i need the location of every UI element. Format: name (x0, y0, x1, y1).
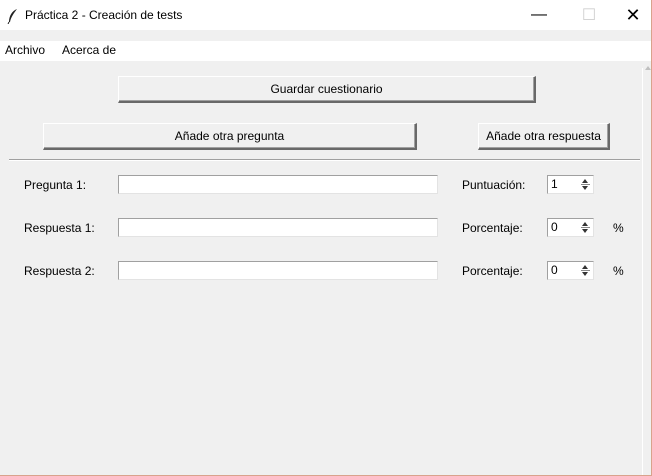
spin-down-arrow-icon[interactable] (582, 272, 588, 276)
spin-down-arrow-icon[interactable] (582, 186, 588, 190)
close-icon: ✕ (625, 4, 641, 25)
percentage-1-value: 0 (551, 220, 558, 234)
percentage-2-value: 0 (551, 263, 558, 277)
close-button[interactable]: ✕ (610, 0, 652, 30)
menu-archivo[interactable]: Archivo (5, 43, 45, 57)
percentage-1-unit: % (613, 221, 624, 235)
add-answer-button[interactable]: Añade otra respuesta (478, 123, 610, 150)
scroll-up-arrow-icon[interactable] (645, 66, 651, 70)
add-question-button[interactable]: Añade otra pregunta (43, 123, 417, 150)
spin-divider (581, 270, 590, 271)
spin-divider (581, 184, 590, 185)
answer-1-label: Respuesta 1: (24, 221, 95, 235)
spin-up-arrow-icon[interactable] (582, 222, 588, 226)
percentage-2-label: Porcentaje: (462, 264, 523, 278)
score-spinbox[interactable]: 1 (547, 175, 594, 194)
maximize-button[interactable]: ☐ (566, 0, 612, 30)
save-questionnaire-button[interactable]: Guardar cuestionario (118, 76, 536, 103)
feather-icon (7, 9, 17, 24)
window-title: Práctica 2 - Creación de tests (25, 8, 183, 22)
percentage-2-spin-arrows[interactable] (580, 263, 591, 278)
maximize-icon: ☐ (581, 7, 597, 24)
separator (9, 159, 640, 161)
score-value: 1 (551, 177, 558, 191)
answer-2-label: Respuesta 2: (24, 264, 95, 278)
percentage-2-unit: % (613, 264, 624, 278)
scrollbar-track[interactable] (642, 68, 643, 475)
minimize-icon: — (531, 6, 547, 23)
spin-down-arrow-icon[interactable] (582, 229, 588, 233)
percentage-1-spin-arrows[interactable] (580, 220, 591, 235)
menu-bar: Archivo Acerca de (0, 41, 651, 61)
app-window: Práctica 2 - Creación de tests — ☐ ✕ Arc… (0, 0, 652, 476)
score-spin-arrows[interactable] (580, 177, 591, 192)
spin-up-arrow-icon[interactable] (582, 265, 588, 269)
score-label: Puntuación: (462, 178, 526, 192)
answer-2-input[interactable] (118, 261, 438, 280)
question-1-input[interactable] (118, 175, 438, 194)
percentage-1-spinbox[interactable]: 0 (547, 218, 594, 237)
spin-divider (581, 227, 590, 228)
spin-up-arrow-icon[interactable] (582, 179, 588, 183)
menu-acerca-de[interactable]: Acerca de (62, 43, 116, 57)
percentage-1-label: Porcentaje: (462, 221, 523, 235)
question-1-label: Pregunta 1: (24, 178, 87, 192)
percentage-2-spinbox[interactable]: 0 (547, 261, 594, 280)
title-bar[interactable]: Práctica 2 - Creación de tests — ☐ ✕ (0, 0, 651, 30)
minimize-button[interactable]: — (516, 0, 562, 30)
answer-1-input[interactable] (118, 218, 438, 237)
